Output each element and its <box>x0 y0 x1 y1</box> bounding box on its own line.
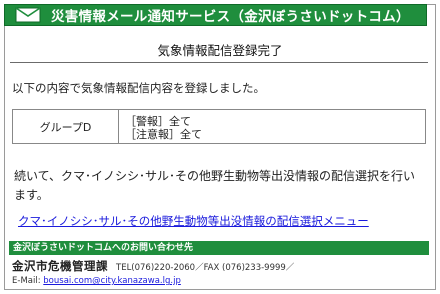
mail-icon <box>13 6 43 24</box>
email-link[interactable]: bousai.com@city.kanazawa.lg.jp <box>43 276 181 286</box>
group-label: グループD <box>13 110 119 143</box>
department-line: 金沢市危機管理課 TEL(076)220-2060／FAX (076)233-9… <box>12 258 428 274</box>
registration-table: グループD ［警報］全て ［注意報］全て <box>12 109 426 144</box>
contact-bar: 金沢ぼうさいドットコムへのお問い合わせ先 <box>9 241 429 255</box>
contact-info: 金沢市危機管理課 TEL(076)220-2060／FAX (076)233-9… <box>12 258 428 286</box>
page-title: 気象情報配信登録完了 <box>157 43 283 58</box>
group-values: ［警報］全て ［注意報］全て <box>119 110 425 143</box>
email-label: E-Mail: <box>12 276 41 286</box>
title-divider <box>10 62 428 63</box>
intro-text: 以下の内容で気象情報配信内容を登録しました。 <box>12 81 265 95</box>
phone-fax: TEL(076)220-2060／FAX (076)233-9999／ <box>116 263 295 273</box>
warning-setting: ［警報］全て <box>125 114 191 128</box>
header-bar: 災害情報メール通知サービス（金沢ぼうさいドットコム） <box>4 4 427 26</box>
advisory-setting: ［注意報］全て <box>125 127 202 141</box>
wildlife-menu-link[interactable]: クマ･イノシシ･サル･その他野生動物等出没情報の配信選択メニュー <box>18 213 369 229</box>
continue-text: 続いて、クマ･イノシシ･サル･その他野生動物等出没情報の配信選択を行います。 <box>14 169 416 202</box>
email-line: E-Mail: bousai.com@city.kanazawa.lg.jp <box>12 276 428 286</box>
department-name: 金沢市危機管理課 <box>12 259 108 273</box>
header-title: 災害情報メール通知サービス（金沢ぼうさいドットコム） <box>51 9 410 25</box>
